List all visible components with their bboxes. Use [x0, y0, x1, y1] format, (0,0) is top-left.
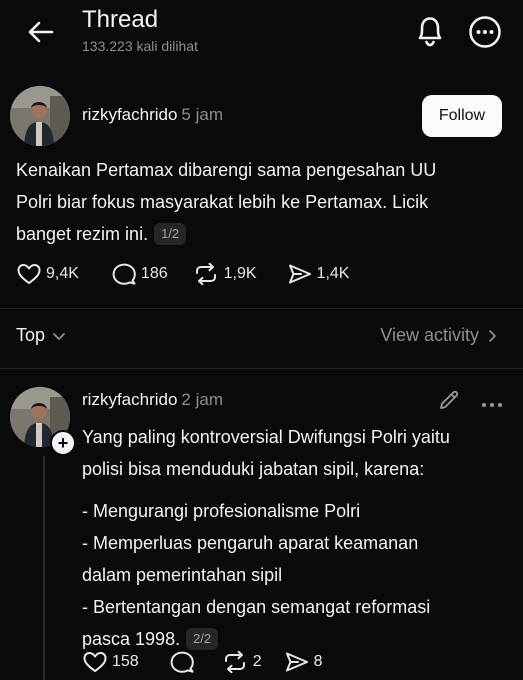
- thread-page: Thread 133.223 kali dilihat rizkyfachrid…: [0, 0, 523, 680]
- post-text-line: Kenaikan Pertamax dibarengi sama pengesa…: [16, 160, 437, 180]
- post-time: 5 jam: [181, 105, 223, 124]
- heart-icon: [83, 652, 107, 672]
- bell-icon[interactable]: [414, 14, 446, 48]
- post-text-line: dalam pemerintahan sipil: [82, 565, 283, 585]
- view-activity-label: View activity: [380, 325, 479, 345]
- pencil-icon[interactable]: [437, 388, 461, 412]
- post-actions: 158 2 8: [82, 650, 323, 674]
- like-button[interactable]: 9,4K: [16, 262, 79, 286]
- post-body: Yang paling kontroversial Dwifungsi Polr…: [82, 421, 512, 655]
- repost-icon: [224, 650, 245, 674]
- share-count: 8: [313, 653, 323, 670]
- send-icon: [285, 652, 308, 672]
- like-count: 158: [112, 653, 139, 670]
- comment-icon: [112, 263, 136, 285]
- share-button[interactable]: 1,4K: [287, 262, 350, 286]
- chevron-right-icon: [489, 329, 496, 342]
- follow-button[interactable]: Follow: [422, 95, 502, 137]
- sort-dropdown[interactable]: Top: [16, 325, 69, 346]
- heart-icon: [17, 264, 41, 284]
- post-text-line: - Memperluas pengaruh aparat keamanan: [82, 533, 419, 553]
- post-text-line: - Mengurangi profesionalisme Polri: [82, 501, 361, 521]
- post-text-line: polisi bisa menduduki jabatan sipil, kar…: [82, 459, 425, 479]
- thread-pager-badge: 1/2: [154, 223, 187, 245]
- ellipsis-icon[interactable]: [480, 396, 504, 407]
- post-text-line: banget rezim ini. 1/2: [16, 218, 516, 250]
- post-actions: 9,4K 186 1,9K 1,4K: [16, 262, 349, 286]
- username[interactable]: rizkyfachrido: [82, 390, 177, 409]
- repost-icon: [195, 262, 216, 286]
- repost-count: 2: [252, 653, 262, 670]
- follow-plus-badge[interactable]: +: [50, 430, 76, 456]
- share-count: 1,4K: [316, 265, 350, 282]
- send-icon: [288, 264, 311, 284]
- sort-label: Top: [16, 325, 46, 345]
- username[interactable]: rizkyfachrido: [82, 105, 177, 124]
- repost-button[interactable]: 1,9K: [192, 262, 257, 286]
- more-circle-icon[interactable]: [468, 15, 502, 49]
- repost-button[interactable]: 2: [221, 650, 262, 674]
- thread-pager-badge: 2/2: [186, 628, 219, 650]
- post-body: Kenaikan Pertamax dibarengi sama pengesa…: [16, 154, 516, 250]
- divider: [0, 308, 523, 309]
- view-count: 133.223 kali dilihat: [82, 38, 198, 54]
- post-text-line: Yang paling kontroversial Dwifungsi Polr…: [82, 427, 450, 447]
- post-time: 2 jam: [181, 390, 223, 409]
- avatar[interactable]: [10, 86, 70, 146]
- header: Thread 133.223 kali dilihat: [0, 0, 523, 66]
- share-button[interactable]: 8: [284, 650, 323, 674]
- post-text-segment: pasca 1998.: [82, 629, 181, 649]
- comment-count: 186: [140, 265, 168, 282]
- like-button[interactable]: 158: [82, 650, 139, 674]
- post-author[interactable]: rizkyfachrido 2 jam: [82, 390, 223, 410]
- repost-count: 1,9K: [223, 265, 257, 282]
- divider: [0, 368, 523, 369]
- post-text-segment: banget rezim ini.: [16, 224, 149, 244]
- thread-connector-line: [43, 456, 45, 680]
- chevron-down-icon: [53, 332, 65, 340]
- post-author[interactable]: rizkyfachrido 5 jam: [82, 105, 223, 125]
- post-text-line: - Bertentangan dengan semangat reformasi: [82, 597, 431, 617]
- like-count: 9,4K: [46, 265, 79, 282]
- comment-icon: [170, 651, 194, 673]
- post-text-line: Polri biar fokus masyarakat lebih ke Per…: [16, 192, 429, 212]
- back-arrow-icon[interactable]: [24, 16, 56, 48]
- page-title: Thread: [82, 6, 159, 33]
- comment-button[interactable]: 186: [111, 262, 168, 286]
- view-activity-link[interactable]: View activity: [380, 325, 501, 346]
- comment-button[interactable]: [169, 650, 199, 674]
